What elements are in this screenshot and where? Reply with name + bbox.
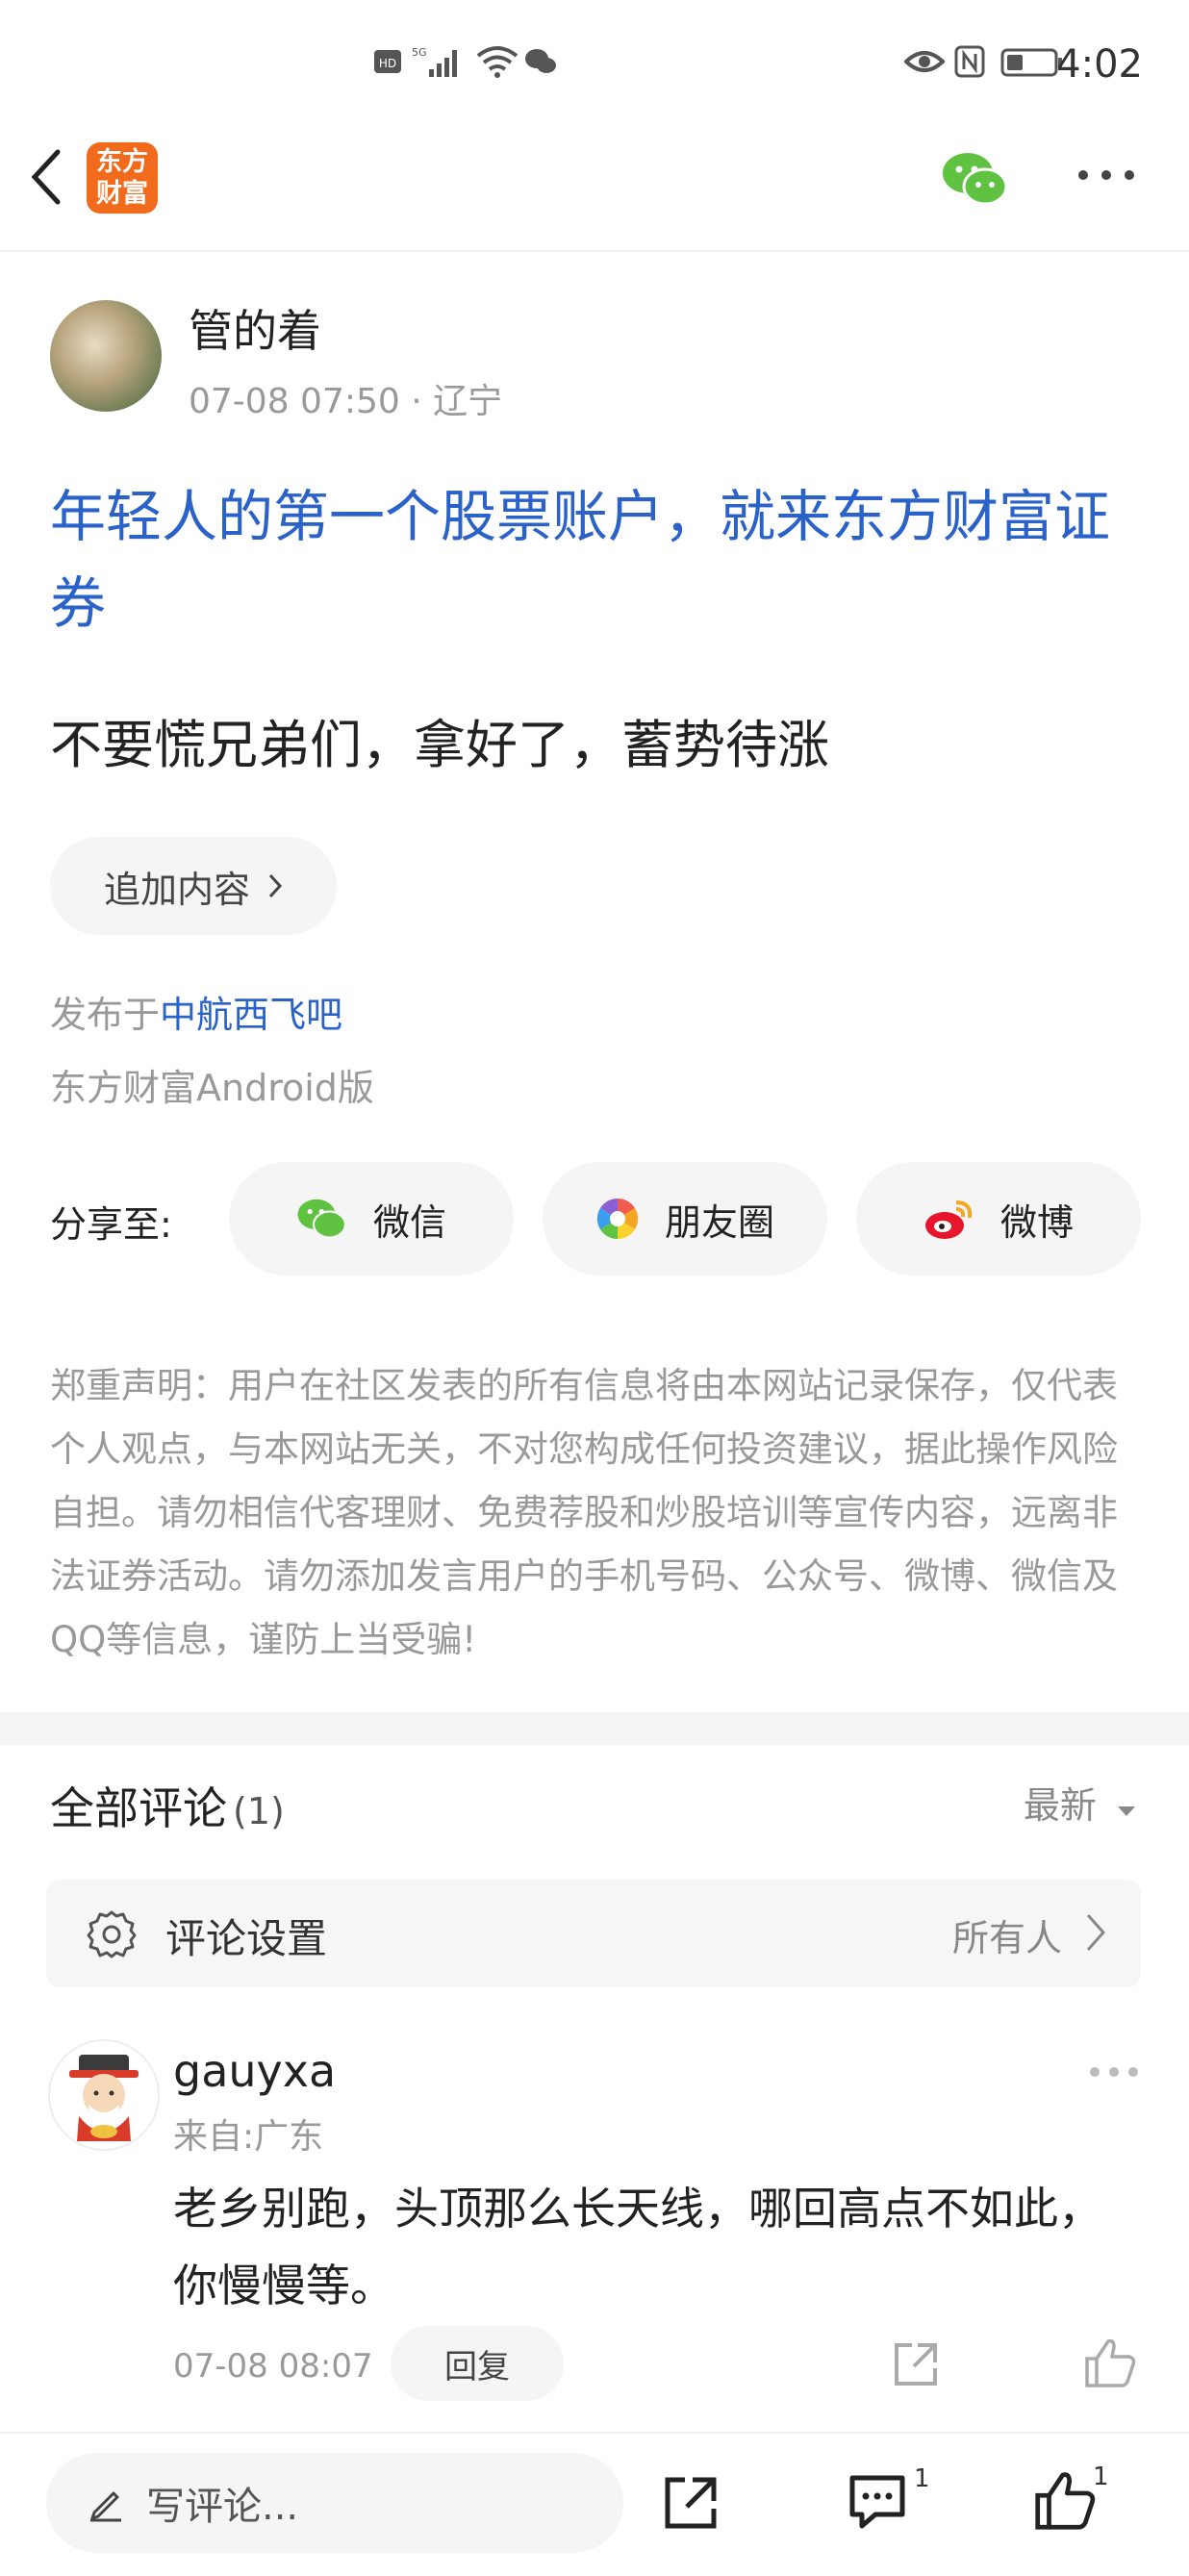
add-content-label: 追加内容 [103, 868, 250, 911]
nav-header [0, 125, 1189, 252]
eye-icon [904, 51, 945, 72]
write-comment-placeholder: 写评论... [146, 2485, 299, 2529]
commenter-location: 来自:广东 [173, 2117, 324, 2157]
share-icon[interactable] [891, 2339, 941, 2389]
post-meta: 07-08 07:50 · 辽宁 [189, 373, 502, 423]
fortune-god-avatar-icon [69, 2055, 139, 2141]
app-logo[interactable]: 东方 财富 [87, 142, 158, 214]
comment-settings-label: 评论设置 [165, 1915, 328, 1962]
author-name[interactable]: 管的着 [189, 296, 321, 360]
published-prefix: 发布于 [50, 994, 161, 1036]
more-horizontal-icon[interactable] [1075, 164, 1137, 187]
post-body: 不要慌兄弟们，拿好了，蓄势待涨 [50, 715, 829, 775]
author-avatar[interactable] [50, 300, 162, 412]
share-wechat-button[interactable]: 微信 [229, 1162, 514, 1275]
comment-count-badge: 1 [914, 2464, 930, 2493]
battery-icon [1000, 48, 1062, 77]
meta-separator: · [411, 382, 434, 421]
wechat-icon [297, 1199, 347, 1239]
svg-text:5G: 5G [412, 46, 427, 59]
like-count-button[interactable]: 1 [1033, 2462, 1109, 2536]
sort-dropdown[interactable]: 最新 [1024, 1776, 1137, 1829]
forum-link[interactable]: 中航西飞吧 [160, 994, 342, 1036]
status-bar: HD 5G 4:02 [0, 0, 1189, 125]
wechat-icon[interactable] [941, 150, 1010, 208]
post-title[interactable]: 年轻人的第一个股票账户，就来东方财富证券 [50, 473, 1143, 646]
post-time: 07-08 07:50 [189, 382, 400, 421]
chevron-right-icon [268, 873, 283, 898]
share-weibo-button[interactable]: 微博 [856, 1162, 1141, 1275]
share-moments-label: 朋友圈 [664, 1200, 774, 1244]
logo-text-line1: 东方 [96, 147, 148, 177]
thumbs-up-icon[interactable] [1083, 2336, 1137, 2389]
published-in: 发布于中航西飞吧 [50, 985, 342, 1038]
comments-count: (1) [233, 1790, 285, 1832]
comment-count-button[interactable]: 1 [847, 2464, 930, 2538]
clock: 4:02 [1056, 42, 1143, 87]
share-moments-button[interactable]: 朋友圈 [543, 1162, 827, 1275]
weibo-icon [924, 1200, 973, 1239]
comment-settings-value: 所有人 [951, 1917, 1062, 1959]
thumbs-up-icon [1035, 2472, 1096, 2530]
comments-heading: 全部评论 (1) [50, 1774, 285, 1837]
client-source: 东方财富Android版 [50, 1067, 374, 1109]
comments-title: 全部评论 [50, 1782, 227, 1834]
svg-text:HD: HD [379, 57, 396, 70]
section-divider [0, 1712, 1189, 1745]
reply-button[interactable]: 回复 [391, 2326, 564, 2401]
chevron-right-icon [1086, 1914, 1106, 1951]
write-comment-input[interactable]: 写评论... [46, 2453, 623, 2553]
like-count-badge: 1 [1093, 2462, 1109, 2491]
commenter-name[interactable]: gauyxa [173, 2045, 336, 2097]
disclaimer-text: 郑重声明：用户在社区发表的所有信息将由本网站记录保存，仅代表个人观点，与本网站无… [50, 1365, 1118, 1660]
caret-down-icon [1118, 1806, 1135, 1816]
moments-icon [596, 1198, 639, 1240]
share-label: 分享至: [50, 1203, 172, 1246]
sort-label: 最新 [1023, 1784, 1097, 1827]
pencil-icon [90, 2491, 121, 2522]
hd-icon: HD [374, 50, 401, 73]
gear-icon [87, 1910, 137, 1958]
comment-time: 07-08 08:07 [173, 2347, 373, 2386]
wechat-status-icon [525, 49, 556, 73]
logo-text-line2: 财富 [96, 179, 148, 209]
chevron-left-icon[interactable] [27, 146, 65, 208]
more-horizontal-icon[interactable] [1089, 2064, 1139, 2080]
post-location: 辽宁 [433, 382, 503, 421]
add-content-button[interactable]: 追加内容 [50, 837, 337, 935]
comment-settings-bar[interactable]: 评论设置 所有人 [46, 1880, 1141, 1987]
comment-text: 老乡别跑，头顶那么长天线，哪回高点不如此，你慢慢等。 [173, 2183, 1102, 2311]
commenter-avatar[interactable] [48, 2039, 160, 2151]
share-wechat-label: 微信 [372, 1200, 446, 1244]
comment-icon [849, 2475, 905, 2529]
signal-5g-icon: 5G [412, 46, 457, 77]
share-icon[interactable] [660, 2472, 721, 2534]
wifi-icon [476, 46, 519, 78]
nfc-icon [954, 45, 985, 78]
share-weibo-label: 微博 [999, 1200, 1074, 1244]
